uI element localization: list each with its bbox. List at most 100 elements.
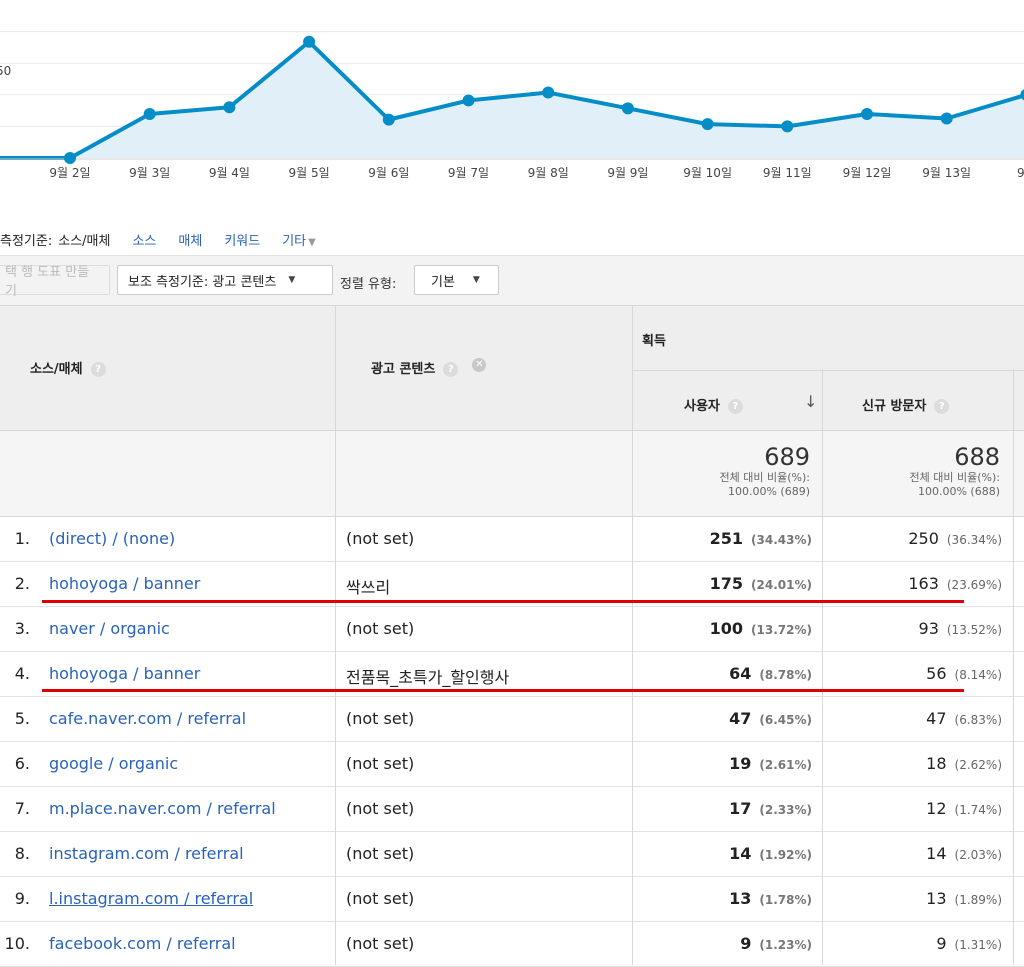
y-tick-label: 50 xyxy=(0,64,11,78)
users-cell: 100 (13.72%) xyxy=(710,619,812,638)
total-users-caption: 전체 대비 비율(%): xyxy=(719,471,810,484)
row-index: 7. xyxy=(14,799,30,818)
header-users[interactable]: 사용자? xyxy=(684,395,743,414)
dimension-link-keyword[interactable]: 키워드 xyxy=(224,230,260,249)
source-medium-link[interactable]: hohoyoga / banner xyxy=(49,664,200,683)
data-point xyxy=(64,152,76,164)
source-medium-link[interactable]: naver / organic xyxy=(49,619,170,638)
ad-content-value: (not set) xyxy=(346,889,415,908)
users-value: 9 xyxy=(740,934,752,953)
header-source-medium[interactable]: 소스/매체? xyxy=(30,358,106,377)
users-cell: 47 (6.45%) xyxy=(729,709,812,728)
x-tick-label: 9월 6일 xyxy=(368,166,409,180)
remove-dimension-icon[interactable]: ✕ xyxy=(472,358,487,372)
ad-content-value: (not set) xyxy=(346,844,415,863)
new-users-percent: (23.69%) xyxy=(946,578,1002,592)
column-divider xyxy=(822,369,823,965)
new-users-value: 12 xyxy=(926,799,947,818)
ad-content-value: (not set) xyxy=(346,619,415,638)
dimension-active-source-medium: 소스/매체 xyxy=(58,233,111,249)
users-percent: (2.61%) xyxy=(759,758,812,772)
users-percent: (2.33%) xyxy=(759,803,812,817)
caret-down-icon: ▼ xyxy=(472,275,480,285)
row-index: 10. xyxy=(4,934,30,953)
users-value: 64 xyxy=(729,664,752,683)
users-percent: (1.78%) xyxy=(759,893,812,907)
new-users-value: 13 xyxy=(926,889,947,908)
new-users-cell: 250 (36.34%) xyxy=(908,529,1002,548)
total-users-percent: 100.00% (689) xyxy=(727,485,810,498)
users-percent: (24.01%) xyxy=(751,578,812,592)
caret-down-icon: ▼ xyxy=(308,236,316,248)
dimension-link-medium[interactable]: 매체 xyxy=(178,230,202,249)
secondary-dimension-dropdown[interactable]: 보조 측정기준: 광고 콘텐츠 ▼ xyxy=(117,265,333,295)
source-medium-link[interactable]: cafe.naver.com / referral xyxy=(49,709,246,728)
help-icon[interactable]: ? xyxy=(727,399,743,414)
source-medium-link[interactable]: instagram.com / referral xyxy=(49,844,244,863)
total-new-users-percent: 100.00% (688) xyxy=(917,485,1000,498)
dimension-more-dropdown[interactable]: 기타 ▼ xyxy=(282,230,316,249)
table-row: 7. m.place.naver.com / referral (not set) 1… xyxy=(0,787,1024,832)
new-users-cell: 47 (6.83%) xyxy=(926,709,1002,728)
new-users-percent: (1.89%) xyxy=(954,893,1002,907)
users-percent: (34.43%) xyxy=(751,533,812,547)
x-tick-label: 9월 2일 xyxy=(49,166,90,180)
table-row: 9. l.instagram.com / referral (not set) 13 (… xyxy=(0,877,1024,922)
data-point xyxy=(940,112,953,125)
x-tick-label: 9월 4일 xyxy=(209,166,250,180)
data-point xyxy=(542,86,555,99)
header-new-users[interactable]: 신규 방문자? xyxy=(862,395,950,414)
x-tick-label: 9월 8일 xyxy=(528,166,569,180)
ad-content-value: 전품목_초특가_할인행사 xyxy=(346,668,510,687)
row-index: 2. xyxy=(14,574,30,593)
dimension-more-label: 기타 xyxy=(282,233,307,249)
help-icon[interactable]: ? xyxy=(934,399,950,414)
row-index: 1. xyxy=(14,529,30,548)
header-source-medium-label: 소스/매체 xyxy=(30,362,83,377)
users-value: 175 xyxy=(709,574,744,593)
plot-rows-button[interactable]: 택 행 도표 만들기 xyxy=(0,265,110,299)
data-point xyxy=(621,102,634,115)
users-cell: 17 (2.33%) xyxy=(729,799,812,818)
area-fill xyxy=(0,41,1024,158)
header-ad-content[interactable]: 광고 콘텐츠? ✕ xyxy=(371,358,487,377)
table-row: 1. (direct) / (none) (not set) 251 (34.43%) 2… xyxy=(0,517,1024,562)
header-new-users-label: 신규 방문자 xyxy=(862,399,927,414)
source-medium-link[interactable]: l.instagram.com / referral xyxy=(49,889,253,908)
report-toolbar: 택 행 도표 만들기 보조 측정기준: 광고 콘텐츠 ▼ 정렬 유형: 기본 ▼ xyxy=(0,255,1024,306)
source-medium-link[interactable]: hohoyoga / banner xyxy=(49,574,200,593)
new-users-percent: (1.31%) xyxy=(954,938,1002,952)
new-users-value: 47 xyxy=(926,709,947,728)
table-header: 소스/매체? 광고 콘텐츠? ✕ 획득 사용자? ↓ 신규 방문자? xyxy=(0,305,1024,431)
source-medium-link[interactable]: (direct) / (none) xyxy=(49,529,175,548)
data-point xyxy=(462,94,475,107)
row-index: 9. xyxy=(14,889,30,908)
source-medium-link[interactable]: google / organic xyxy=(49,754,178,773)
x-tick-label: 9월 5일 xyxy=(289,166,330,180)
source-medium-link[interactable]: facebook.com / referral xyxy=(49,934,236,953)
help-icon[interactable]: ? xyxy=(90,362,106,377)
new-users-value: 56 xyxy=(926,664,947,683)
x-tick-label: 9월 3일 xyxy=(129,166,170,180)
dimension-link-source[interactable]: 소스 xyxy=(132,230,156,249)
x-tick-label: 9월 10일 xyxy=(683,166,732,180)
help-icon[interactable]: ? xyxy=(443,362,459,377)
data-point xyxy=(382,113,395,126)
users-cell: 14 (1.92%) xyxy=(729,844,812,863)
row-index: 4. xyxy=(14,664,30,683)
x-tick-label: 9월 xyxy=(1017,166,1024,180)
ad-content-value: (not set) xyxy=(346,529,415,548)
header-users-label: 사용자 xyxy=(684,399,720,414)
caret-down-icon: ▼ xyxy=(288,275,296,285)
users-value: 13 xyxy=(729,889,752,908)
users-cell: 13 (1.78%) xyxy=(729,889,812,908)
new-users-value: 18 xyxy=(926,754,947,773)
x-tick-label: 9월 11일 xyxy=(763,166,812,180)
sort-type-dropdown[interactable]: 기본 ▼ xyxy=(414,265,499,295)
sort-descending-icon[interactable]: ↓ xyxy=(804,392,817,411)
source-medium-link[interactable]: m.place.naver.com / referral xyxy=(49,799,276,818)
users-percent: (6.45%) xyxy=(759,713,812,727)
row-index: 3. xyxy=(14,619,30,638)
header-divider xyxy=(632,370,1024,371)
totals-row: 689 전체 대비 비율(%): 100.00% (689) 688 전체 대비… xyxy=(0,431,1024,517)
